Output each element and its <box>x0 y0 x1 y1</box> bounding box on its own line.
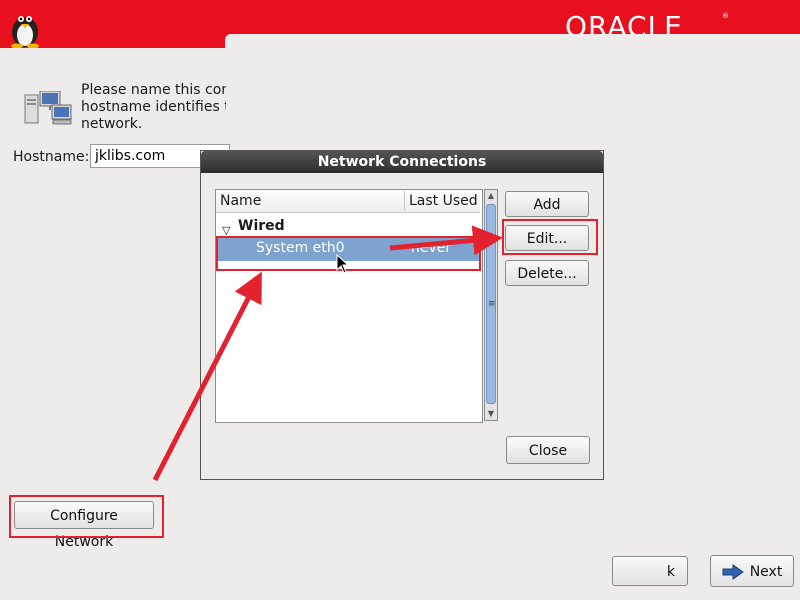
mouse-cursor-icon <box>336 254 350 274</box>
close-button[interactable]: Close <box>506 436 590 464</box>
column-header-last-used[interactable]: Last Used <box>409 193 478 209</box>
back-button[interactable]: k <box>612 556 688 586</box>
connection-last-used: never <box>411 240 452 256</box>
grip-icon: ≡ <box>488 299 496 309</box>
dialog-title: Network Connections <box>201 151 603 173</box>
network-computers-icon <box>24 91 72 125</box>
hostname-label: Hostname: <box>13 149 90 165</box>
column-header-name[interactable]: Name <box>220 193 261 209</box>
group-wired[interactable]: Wired <box>238 218 285 234</box>
column-separator <box>404 191 405 211</box>
next-label: Next <box>749 564 783 580</box>
delete-button[interactable]: Delete... <box>505 260 589 286</box>
tux-logo-icon <box>11 16 39 48</box>
arrow-right-icon <box>722 564 744 580</box>
scroll-thumb[interactable]: ≡ <box>486 204 496 404</box>
registered-mark: ® <box>722 12 729 20</box>
list-header: Name Last Used <box>216 190 480 213</box>
vertical-scrollbar[interactable]: ▲ ≡ ▼ <box>484 189 498 421</box>
banner-notch <box>225 34 800 48</box>
configure-network-button[interactable]: Configure Network <box>14 501 154 550</box>
next-button[interactable]: Next <box>710 555 794 587</box>
edit-button[interactable]: Edit... <box>505 225 589 251</box>
expander-down-icon[interactable]: ▽ <box>222 224 230 237</box>
connection-name: System eth0 <box>256 240 345 256</box>
network-connections-dialog: Network Connections Name Last Used ▽ Wir… <box>200 150 604 480</box>
scroll-down-icon[interactable]: ▼ <box>485 408 497 420</box>
hostname-intro-text: Please name this com hostname identifies… <box>81 82 226 132</box>
connections-list[interactable]: Name Last Used ▽ Wired System eth0 never <box>215 189 483 423</box>
scroll-up-icon[interactable]: ▲ <box>485 190 497 202</box>
add-button[interactable]: Add <box>505 191 589 217</box>
